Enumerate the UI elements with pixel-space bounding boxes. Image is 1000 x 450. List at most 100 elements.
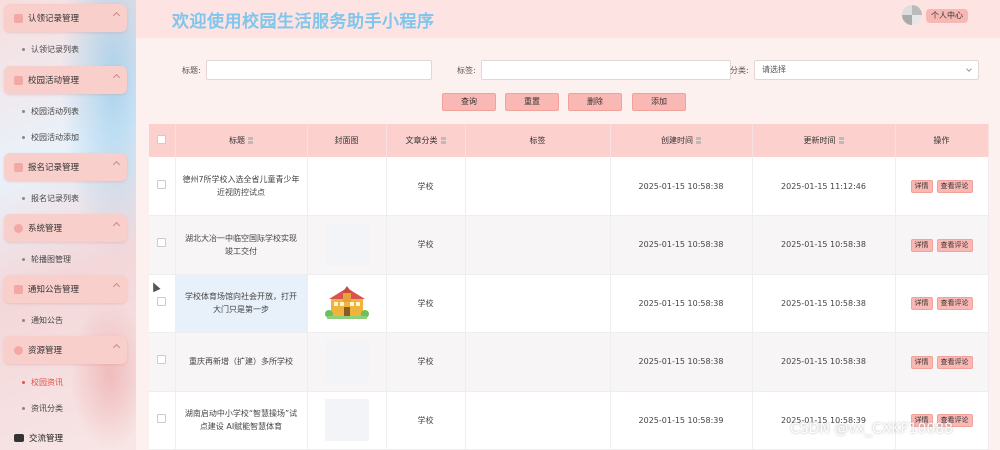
updated-cell: 2025-01-15 10:58:38 [752, 274, 896, 333]
bullet-icon [22, 197, 25, 200]
sidebar-item-campus-news[interactable]: 校园资讯 [22, 377, 63, 388]
grid-icon [14, 162, 23, 172]
view-comments-button[interactable]: 查看评论 [936, 297, 973, 311]
sidebar-item-communication[interactable]: 交流管理 [14, 432, 63, 444]
column-header-updated[interactable]: 更新时间 [752, 124, 896, 157]
view-comments-button[interactable]: 查看评论 [936, 180, 973, 193]
sidebar-group-campus-activity[interactable]: 校园活动管理 [4, 66, 127, 94]
profile-center-button[interactable]: 个人中心 [926, 9, 968, 23]
created-cell: 2025-01-15 10:58:38 [610, 215, 753, 275]
school-building-image[interactable] [324, 282, 369, 324]
tags-cell [465, 391, 611, 450]
tag-filter-input[interactable] [481, 60, 731, 80]
cover-cell [307, 274, 387, 333]
view-comments-button[interactable]: 查看评论 [936, 355, 973, 369]
gear-icon [14, 223, 23, 233]
sidebar-item-label: 资讯分类 [31, 404, 63, 413]
updated-cell: 2025-01-15 11:12:46 [752, 157, 896, 216]
table-row[interactable]: 德州7所学校入选全省儿童青少年近视防控试点 学校 2025-01-15 10:5… [149, 157, 989, 216]
select-all-checkbox[interactable] [157, 135, 167, 144]
sidebar: 认领记录管理 认领记录列表 校园活动管理 校园活动列表 校园活动添加 报名记录管… [0, 0, 136, 450]
bullet-icon [22, 48, 25, 51]
delete-button[interactable]: 删除 [568, 93, 622, 111]
sidebar-group-label: 校园活动管理 [28, 76, 80, 86]
sidebar-group-system[interactable]: 系统管理 [4, 214, 127, 242]
created-cell: 2025-01-15 10:58:38 [610, 332, 753, 392]
sidebar-group-label: 报名记录管理 [28, 163, 80, 173]
column-header-ops: 操作 [895, 124, 989, 157]
avatar[interactable] [902, 5, 922, 25]
column-header-title[interactable]: 标题 [175, 124, 308, 157]
sidebar-item-label: 认领记录列表 [31, 45, 79, 54]
sidebar-group-resources[interactable]: 资源管理 [4, 336, 127, 364]
tags-cell [465, 157, 611, 216]
detail-button[interactable]: 详情 [910, 355, 933, 369]
title-cell: 湖北大冶一中临空国际学校实现竣工交付 [175, 215, 308, 275]
bullet-icon [22, 381, 25, 384]
column-header-created[interactable]: 创建时间 [610, 124, 753, 157]
row-select-cell [149, 391, 176, 450]
add-button[interactable]: 添加 [632, 93, 686, 111]
detail-button[interactable]: 详情 [910, 180, 933, 193]
sidebar-item-activity-list[interactable]: 校园活动列表 [22, 106, 79, 117]
cover-image[interactable] [324, 399, 369, 442]
column-header-label: 文章分类 [405, 136, 438, 145]
sort-icon[interactable] [440, 137, 446, 144]
news-table: 标题 封面图 文章分类 标签 创建时间 更新时间 操作 德州7所学校入选全省儿童… [149, 124, 989, 450]
chevron-up-icon [112, 221, 121, 230]
table-row[interactable]: 重庆再新增（扩建）多所学校 学校 2025-01-15 10:58:38 202… [149, 332, 989, 392]
ops-cell: 详情 查看评论 [895, 215, 989, 275]
view-comments-button[interactable]: 查看评论 [936, 238, 973, 252]
title-filter-input[interactable] [206, 60, 432, 80]
sidebar-group-notice[interactable]: 通知公告管理 [4, 275, 127, 303]
chat-icon [14, 434, 24, 442]
select-all-cell [149, 124, 176, 157]
sidebar-group-label: 资源管理 [28, 346, 63, 356]
cover-cell [307, 332, 387, 392]
tags-cell [465, 274, 611, 333]
category-select[interactable]: 请选择 [754, 60, 979, 80]
title-cell: 德州7所学校入选全省儿童青少年近视防控试点 [175, 157, 308, 216]
sidebar-item-activity-add[interactable]: 校园活动添加 [22, 132, 79, 143]
grid-icon [14, 75, 23, 85]
category-select-value: 请选择 [762, 65, 786, 74]
title-cell: 湖南启动中小学校“智慧操场”试点建设 AI赋能智慧体育 [175, 391, 308, 450]
sidebar-item-carousel[interactable]: 轮播图管理 [22, 254, 71, 265]
cover-cell [307, 391, 387, 450]
sidebar-group-signup-records[interactable]: 报名记录管理 [4, 153, 127, 181]
sidebar-item-news-category[interactable]: 资讯分类 [22, 403, 63, 414]
top-header: 欢迎使用校园生活服务助手小程序 个人中心 [136, 0, 1000, 38]
updated-cell: 2025-01-15 10:58:38 [752, 332, 896, 392]
sidebar-item-claim-list[interactable]: 认领记录列表 [22, 44, 79, 55]
row-checkbox[interactable] [157, 413, 167, 423]
bullet-icon [22, 110, 25, 113]
column-header-category[interactable]: 文章分类 [386, 124, 466, 157]
category-cell: 学校 [386, 215, 466, 275]
sort-icon[interactable] [248, 137, 253, 144]
sort-icon[interactable] [696, 137, 701, 144]
row-checkbox[interactable] [157, 355, 167, 365]
sidebar-item-label: 轮播图管理 [31, 255, 71, 264]
chevron-up-icon [112, 282, 121, 291]
search-button[interactable]: 查询 [442, 93, 496, 111]
cover-image[interactable] [324, 340, 369, 383]
sidebar-item-notice[interactable]: 通知公告 [22, 315, 63, 326]
row-checkbox[interactable] [157, 238, 167, 248]
row-checkbox[interactable] [157, 296, 167, 306]
detail-button[interactable]: 详情 [910, 297, 933, 311]
table-row[interactable]: 湖北大冶一中临空国际学校实现竣工交付 学校 2025-01-15 10:58:3… [149, 215, 989, 275]
sidebar-group-claim-records[interactable]: 认领记录管理 [4, 4, 127, 32]
cover-image[interactable] [324, 223, 369, 266]
chevron-up-icon [112, 73, 121, 82]
reset-button[interactable]: 重置 [505, 93, 559, 111]
sidebar-item-label: 通知公告 [31, 316, 63, 325]
column-header-label: 更新时间 [803, 136, 836, 145]
row-checkbox[interactable] [157, 179, 167, 189]
cover-image[interactable] [324, 165, 369, 207]
sidebar-item-signup-list[interactable]: 报名记录列表 [22, 193, 79, 204]
detail-button[interactable]: 详情 [910, 238, 933, 252]
category-cell: 学校 [386, 274, 466, 333]
chevron-down-icon [966, 66, 972, 72]
sort-icon[interactable] [838, 137, 844, 144]
table-row[interactable]: 学校体育场馆向社会开放，打开大门只是第一步 学校 2025-01-15 10:5… [149, 274, 989, 333]
